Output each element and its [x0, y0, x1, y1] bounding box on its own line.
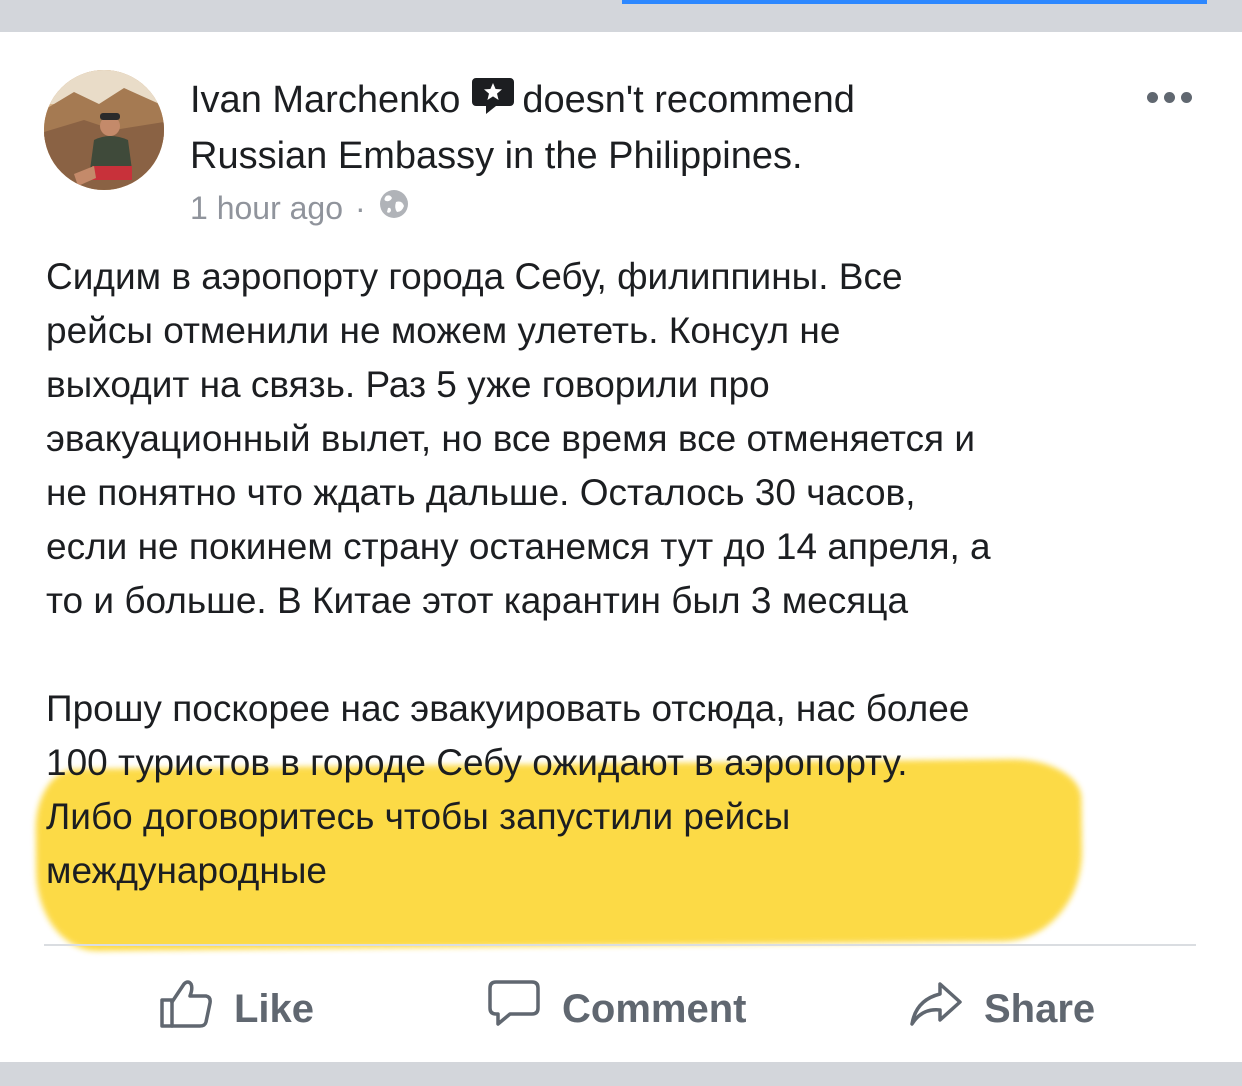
post-actions: Like Comment Share	[0, 977, 1242, 1041]
review-action-text: doesn't recommend	[522, 79, 855, 121]
globe-icon	[378, 188, 410, 228]
share-arrow-icon	[908, 978, 964, 1040]
more-dot-icon	[1164, 92, 1175, 103]
meta-separator: ·	[355, 189, 366, 226]
review-badge-icon	[470, 76, 516, 130]
post-header: Ivan Marchenko doesn't recommend Russian…	[190, 74, 1090, 182]
active-tab-indicator	[622, 0, 1207, 4]
like-label: Like	[234, 986, 315, 1031]
comment-bubble-icon	[486, 978, 542, 1040]
bottom-strip	[0, 1062, 1242, 1086]
share-button[interactable]: Share	[908, 977, 1095, 1041]
divider	[44, 944, 1196, 946]
like-button[interactable]: Like	[158, 977, 314, 1041]
avatar[interactable]	[44, 70, 164, 190]
top-strip	[0, 0, 1242, 32]
thumbs-up-icon	[158, 978, 214, 1040]
post-paragraph: Сидим в аэропорту города Себу, филиппины…	[46, 256, 991, 621]
post-meta: 1 hour ago ·	[190, 188, 410, 228]
post-card: Ivan Marchenko doesn't recommend Russian…	[0, 32, 1242, 1062]
comment-label: Comment	[562, 986, 747, 1031]
post-body: Сидим в аэропорту города Себу, филиппины…	[46, 250, 1196, 898]
reviewed-page-link[interactable]: Russian Embassy in the Philippines.	[190, 135, 803, 177]
more-dot-icon	[1181, 92, 1192, 103]
timestamp[interactable]: 1 hour ago	[190, 190, 343, 227]
comment-button[interactable]: Comment	[486, 977, 746, 1041]
share-label: Share	[984, 986, 1096, 1031]
post-paragraph: Прошу поскорее нас эвакуировать отсюда, …	[46, 688, 970, 891]
more-options-button[interactable]	[1147, 92, 1192, 103]
author-name[interactable]: Ivan Marchenko	[190, 79, 460, 121]
more-dot-icon	[1147, 92, 1158, 103]
